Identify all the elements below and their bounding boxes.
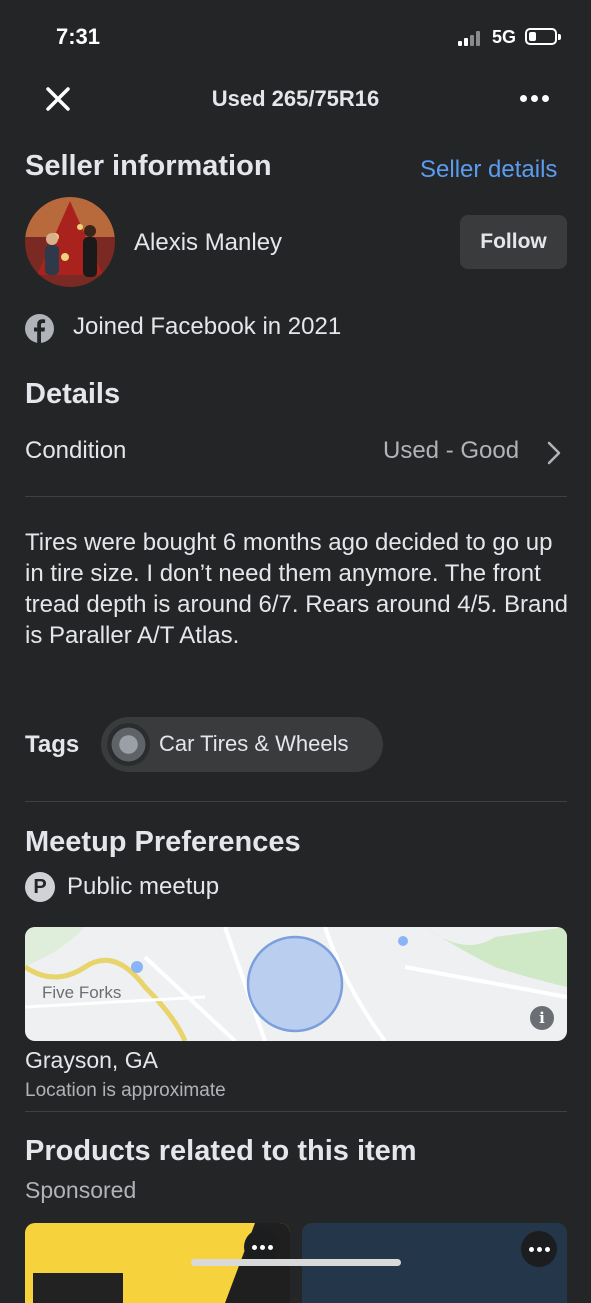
info-icon[interactable]: i <box>530 1006 554 1030</box>
network-label: 5G <box>492 27 517 47</box>
facebook-icon <box>25 314 54 343</box>
meetup-city: Grayson, GA <box>25 1047 158 1073</box>
divider <box>25 1111 567 1112</box>
seller-details-link[interactable]: Seller details <box>420 156 557 184</box>
signal-icon <box>458 30 484 46</box>
avatar[interactable] <box>25 197 115 287</box>
more-options-icon[interactable] <box>520 95 550 105</box>
divider <box>25 801 567 802</box>
joined-facebook-text: Joined Facebook in 2021 <box>73 313 342 340</box>
tag-label: Car Tires & Wheels <box>159 731 349 756</box>
sponsored-label: Sponsored <box>25 1177 137 1203</box>
condition-label: Condition <box>25 437 127 464</box>
related-products-heading: Products related to this item <box>25 1135 417 1167</box>
divider <box>25 496 567 497</box>
follow-button[interactable]: Follow <box>460 215 567 269</box>
meetup-preferences-heading: Meetup Preferences <box>25 826 301 858</box>
home-indicator[interactable] <box>191 1259 401 1266</box>
more-options-icon[interactable] <box>521 1231 557 1267</box>
page-title: Used 265/75R16 <box>211 86 380 111</box>
tag-thumbnail <box>107 723 150 766</box>
tags-label: Tags <box>25 731 80 758</box>
details-heading: Details <box>25 378 121 410</box>
location-approx-note: Location is approximate <box>25 1080 226 1101</box>
tag-chip-car-tires-wheels[interactable]: Car Tires & Wheels <box>101 717 383 772</box>
condition-value[interactable]: Used - Good <box>383 437 519 465</box>
item-description: Tires were bought 6 months ago decided t… <box>25 529 569 649</box>
status-time: 7:31 <box>56 24 101 49</box>
chevron-right-icon[interactable] <box>545 440 563 466</box>
seller-name[interactable]: Alexis Manley <box>134 229 282 257</box>
battery-icon <box>525 28 561 45</box>
parking-icon: P <box>25 872 55 902</box>
seller-information-heading: Seller information <box>25 150 272 182</box>
meetup-type: Public meetup <box>67 873 220 900</box>
map-place-label: Five Forks <box>42 983 122 1002</box>
